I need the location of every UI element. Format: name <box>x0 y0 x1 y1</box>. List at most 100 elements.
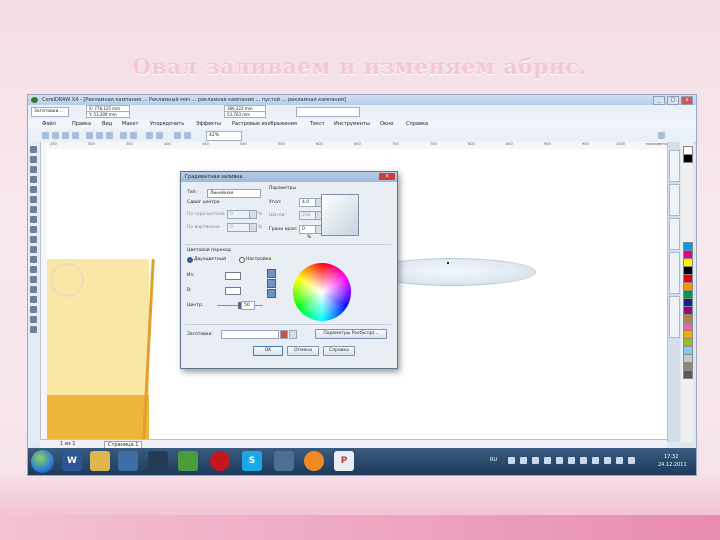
blend-tool-icon[interactable] <box>30 286 37 293</box>
table-tool-icon[interactable] <box>30 256 37 263</box>
launcher-icon[interactable] <box>174 132 181 139</box>
from-color-picker[interactable] <box>225 272 241 280</box>
language-indicator[interactable]: RU <box>490 457 497 463</box>
word-icon[interactable]: W <box>62 451 82 471</box>
swatch[interactable] <box>683 370 693 379</box>
shape-tool-icon[interactable] <box>30 156 37 163</box>
menu-effects[interactable]: Эффекты <box>196 121 221 127</box>
tray-icon[interactable] <box>616 457 623 464</box>
postscript-button[interactable]: Параметры PostScript... <box>315 329 387 339</box>
coord-y-field[interactable]: Y: 53,309 mm <box>86 111 130 118</box>
remove-preset-icon[interactable] <box>289 330 297 339</box>
gradient-preview[interactable] <box>321 194 359 236</box>
rectangle-tool-icon[interactable] <box>30 206 37 213</box>
vertical-spinner-icon[interactable] <box>249 223 257 232</box>
opera-icon[interactable] <box>210 451 230 471</box>
zoom-select[interactable]: 42% <box>206 131 242 141</box>
help-button[interactable]: Справка <box>323 346 355 356</box>
tray-icon[interactable] <box>556 457 563 464</box>
menu-view[interactable]: Вид <box>102 121 112 127</box>
menu-text[interactable]: Текст <box>310 121 325 127</box>
docker-tab[interactable] <box>669 184 680 216</box>
horizontal-spinner-icon[interactable] <box>249 210 257 219</box>
minimize-button[interactable]: _ <box>653 96 665 105</box>
import-icon[interactable] <box>146 132 153 139</box>
custom-radio[interactable] <box>239 257 245 263</box>
menu-tools[interactable]: Инструменты <box>334 121 370 127</box>
outline-tool-icon[interactable] <box>30 306 37 313</box>
add-preset-icon[interactable] <box>280 330 288 339</box>
export-icon[interactable] <box>156 132 163 139</box>
dialog-close-button[interactable]: x <box>379 173 395 180</box>
new-icon[interactable] <box>42 132 49 139</box>
options-icon[interactable] <box>658 132 665 139</box>
menu-arrange[interactable]: Упорядочить <box>150 121 184 127</box>
connector-tool-icon[interactable] <box>30 276 37 283</box>
redo-icon[interactable] <box>130 132 137 139</box>
smart-fill-icon[interactable] <box>30 196 37 203</box>
menu-bitmaps[interactable]: Растровые изображения <box>232 121 297 127</box>
menu-help[interactable]: Справка <box>406 121 428 127</box>
horizontal-field[interactable]: 0 <box>227 210 251 219</box>
to-color-picker[interactable] <box>225 287 241 295</box>
outline-field[interactable] <box>296 107 360 117</box>
crop-tool-icon[interactable] <box>30 166 37 173</box>
swatch[interactable] <box>683 154 693 163</box>
polygon-tool-icon[interactable] <box>30 226 37 233</box>
ellipse-tool-icon[interactable] <box>30 216 37 223</box>
media-icon[interactable] <box>118 451 138 471</box>
tray-icon[interactable] <box>628 457 635 464</box>
docker-tab[interactable] <box>669 296 680 338</box>
freehand-tool-icon[interactable] <box>30 186 37 193</box>
cut-icon[interactable] <box>86 132 93 139</box>
start-button[interactable] <box>31 450 54 473</box>
tray-icon[interactable] <box>532 457 539 464</box>
ok-button[interactable]: OK <box>253 346 283 356</box>
undo-icon[interactable] <box>120 132 127 139</box>
ccw-blend-icon[interactable] <box>267 279 276 288</box>
type-select[interactable]: Линейная <box>207 189 261 198</box>
print-icon[interactable] <box>72 132 79 139</box>
paint-icon[interactable]: P <box>334 451 354 471</box>
explorer-icon[interactable] <box>90 451 110 471</box>
open-icon[interactable] <box>52 132 59 139</box>
tray-icon[interactable] <box>580 457 587 464</box>
clock-date[interactable]: 24.12.2011 <box>658 462 687 468</box>
presets-select[interactable] <box>221 330 279 339</box>
fill-tool-icon[interactable] <box>30 316 37 323</box>
two-color-radio[interactable] <box>187 257 193 263</box>
height-field[interactable]: 53,703 mm <box>224 111 266 118</box>
close-button[interactable]: x <box>681 96 693 105</box>
zoom-tool-icon[interactable] <box>30 176 37 183</box>
ball-icon[interactable] <box>304 451 324 471</box>
interactive-fill-icon[interactable] <box>30 326 37 333</box>
text-tool-icon[interactable] <box>30 246 37 253</box>
menu-window[interactable]: Окно <box>380 121 393 127</box>
basic-shapes-icon[interactable] <box>30 236 37 243</box>
welcome-icon[interactable] <box>184 132 191 139</box>
cw-blend-icon[interactable] <box>267 289 276 298</box>
tray-icon[interactable] <box>520 457 527 464</box>
clock-time[interactable]: 17:32 <box>664 454 678 460</box>
app-icon[interactable] <box>274 451 294 471</box>
copy-icon[interactable] <box>96 132 103 139</box>
save-icon[interactable] <box>62 132 69 139</box>
menu-edit[interactable]: Правка <box>72 121 91 127</box>
mid-point-field[interactable]: 50 <box>241 301 255 310</box>
corel-icon[interactable] <box>178 451 198 471</box>
docker-tab[interactable] <box>669 252 680 294</box>
cancel-button[interactable]: Отмена <box>287 346 319 356</box>
tray-icon[interactable] <box>568 457 575 464</box>
chess-icon[interactable] <box>148 451 168 471</box>
menu-file[interactable]: Файл <box>42 121 56 127</box>
direct-blend-icon[interactable] <box>267 269 276 278</box>
pick-tool-icon[interactable] <box>30 146 37 153</box>
eyedropper-tool-icon[interactable] <box>30 296 37 303</box>
docker-tab[interactable] <box>669 150 680 182</box>
tray-icon[interactable] <box>508 457 515 464</box>
tray-icon[interactable] <box>592 457 599 464</box>
menu-layout[interactable]: Макет <box>122 121 138 127</box>
maximize-button[interactable]: □ <box>667 96 679 105</box>
docker-tab[interactable] <box>669 218 680 250</box>
paste-icon[interactable] <box>106 132 113 139</box>
